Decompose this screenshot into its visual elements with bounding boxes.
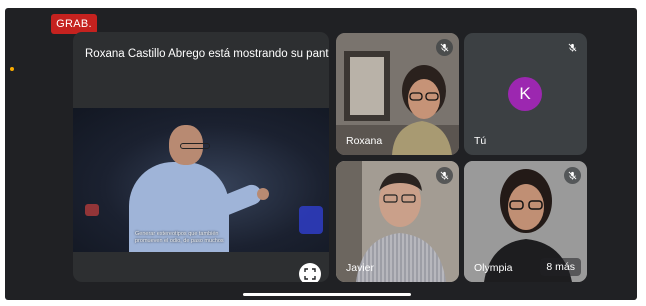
meeting-window: GRAB. Roxana Castillo Abrego está mostra…: [5, 8, 637, 300]
stage-screen: [299, 206, 323, 234]
recording-badge: GRAB.: [51, 14, 97, 34]
mic-off-icon: [564, 167, 581, 184]
speaker-glasses: [180, 143, 210, 149]
participant-name: Javier: [346, 262, 375, 274]
home-indicator[interactable]: [243, 293, 411, 296]
participant-tile-self[interactable]: K Tú: [464, 33, 587, 155]
avatar: K: [508, 77, 542, 111]
speaker-hand: [257, 188, 269, 200]
video-subtitle: Generar estereotipos que también promuev…: [135, 231, 255, 245]
mic-off-icon: [436, 39, 453, 56]
participant-name: Roxana: [346, 135, 383, 147]
participant-tile-roxana[interactable]: Roxana: [336, 33, 459, 155]
shared-screen-video: Generar estereotipos que también promuev…: [73, 108, 329, 252]
fullscreen-icon: [304, 268, 316, 280]
participant-tile-javier[interactable]: Javier: [336, 161, 459, 282]
fullscreen-button[interactable]: [299, 263, 321, 282]
stage-light: [85, 204, 99, 216]
participant-tile-olympia[interactable]: Olympia 8 más: [464, 161, 587, 282]
participant-name: Olympia: [474, 262, 513, 274]
participant-name: Tú: [474, 135, 487, 147]
presentation-title: Roxana Castillo Abrego está mostrando su…: [85, 48, 329, 60]
mic-off-icon: [436, 167, 453, 184]
more-participants-button[interactable]: 8 más: [540, 258, 581, 276]
subtitle-line-2: promueven el odio, de paso muchos: [135, 238, 224, 244]
subtitle-line-1: Generar estereotipos que también: [135, 231, 219, 237]
status-dot: [10, 67, 14, 71]
presentation-tile[interactable]: Roxana Castillo Abrego está mostrando su…: [73, 32, 329, 282]
mic-off-icon: [564, 39, 581, 56]
